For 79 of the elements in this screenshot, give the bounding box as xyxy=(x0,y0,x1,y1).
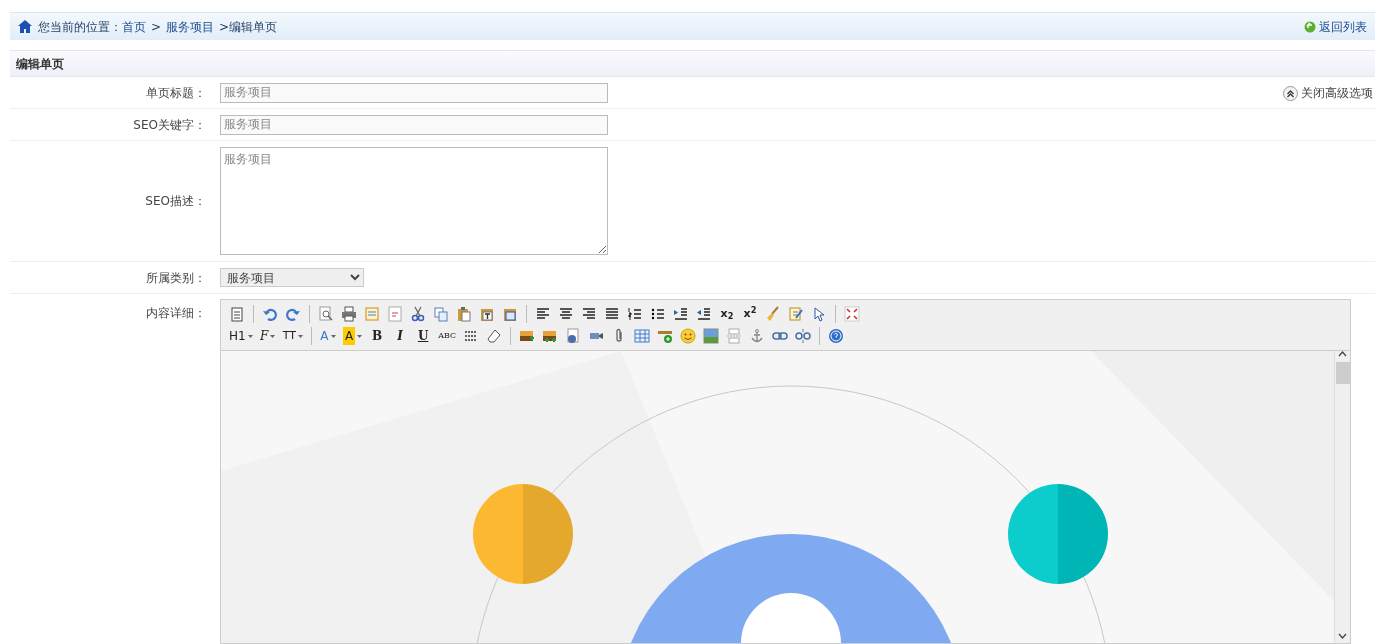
caret-icon xyxy=(247,334,253,338)
notepad-pencil-icon xyxy=(788,306,804,322)
flash-icon xyxy=(565,328,582,344)
breadcrumb-label: 您当前的位置： xyxy=(38,18,122,36)
paste-doc-icon xyxy=(502,306,518,322)
print-icon xyxy=(341,306,357,322)
cursor-icon xyxy=(811,306,827,322)
description-field[interactable]: 服务项目 xyxy=(220,147,608,255)
text-field[interactable]: 服务项目 xyxy=(220,114,608,135)
table-icon xyxy=(634,328,651,344)
field-label: 单页标题： xyxy=(146,84,206,102)
page-break-icon xyxy=(726,328,743,344)
align-justify-icon xyxy=(604,306,620,322)
font-color-dropdown[interactable]: A xyxy=(317,326,338,346)
text-field[interactable]: 服务项目 xyxy=(220,82,608,103)
insert-row-icon xyxy=(657,328,674,344)
collapse-icon xyxy=(1283,85,1298,101)
preview-icon xyxy=(318,306,334,322)
font-family-dropdown[interactable]: F xyxy=(257,326,278,346)
breadcrumb-link[interactable]: 首页 xyxy=(122,17,146,36)
italic-button[interactable]: I xyxy=(390,326,411,346)
field-label: 内容详细： xyxy=(146,305,206,322)
scroll-thumb[interactable] xyxy=(1335,362,1350,384)
caret-icon xyxy=(330,334,336,338)
ordered-list-icon xyxy=(627,306,643,322)
breadcrumb-current: >编辑单页 xyxy=(219,18,278,36)
code-icon xyxy=(387,306,403,322)
category-select[interactable]: 服务项目 xyxy=(220,268,364,287)
paste-icon xyxy=(456,306,472,322)
scrollbar[interactable] xyxy=(1334,351,1350,643)
scroll-down-icon xyxy=(1338,633,1347,639)
picture-icon xyxy=(703,328,720,344)
broken-link-button[interactable] xyxy=(793,326,814,346)
bullet-list-icon xyxy=(650,306,666,322)
picture-button[interactable] xyxy=(701,326,722,346)
font-size-dropdown[interactable]: TT xyxy=(280,326,305,346)
breadcrumb-link[interactable]: 服务项目 xyxy=(166,17,215,36)
heading-dropdown[interactable]: H1 xyxy=(227,326,255,346)
panel-title: 编辑单页 xyxy=(10,50,1375,77)
subscript-button[interactable]: x$_{2}$ xyxy=(717,304,737,324)
notepad-pencil-button[interactable] xyxy=(786,304,806,324)
smiley-icon xyxy=(680,328,697,344)
undo-icon xyxy=(262,306,278,322)
superscript-button[interactable]: x$^{2}$ xyxy=(740,304,760,324)
breadcrumb-separator: > xyxy=(151,18,162,36)
broken-link-icon xyxy=(795,328,812,344)
advanced-toggle[interactable]: 关闭高级选项 xyxy=(1281,84,1375,102)
print-button[interactable] xyxy=(339,304,359,324)
home-icon xyxy=(18,20,32,33)
paste-text-icon xyxy=(479,306,495,322)
field-label: 所属类别： xyxy=(146,269,206,287)
indent-icon xyxy=(673,306,689,322)
fullscreen-button[interactable] xyxy=(842,304,862,324)
scroll-up-icon xyxy=(1338,351,1347,357)
images-icon xyxy=(542,328,559,344)
align-center-icon xyxy=(558,306,574,322)
eraser-icon xyxy=(486,328,503,344)
redo-icon xyxy=(285,306,301,322)
underline-button[interactable]: U xyxy=(413,326,434,346)
bold-button[interactable]: B xyxy=(367,326,388,346)
help-icon xyxy=(828,328,845,344)
field-label: SEO描述： xyxy=(145,193,206,210)
copy-icon xyxy=(433,306,449,322)
caret-icon xyxy=(270,334,276,338)
caret-icon xyxy=(357,334,363,338)
paste-word-icon xyxy=(229,306,245,322)
align-left-icon xyxy=(535,306,551,322)
template-icon xyxy=(364,306,380,322)
fullscreen-icon xyxy=(844,306,860,322)
copy-button[interactable] xyxy=(431,304,451,324)
align-right-icon xyxy=(581,306,597,322)
outdent-icon xyxy=(696,306,712,322)
scissors-icon xyxy=(410,306,426,322)
field-label: SEO关键字： xyxy=(133,116,206,134)
caret-icon xyxy=(297,334,303,338)
broom-icon xyxy=(765,306,781,322)
back-link[interactable]: 返回列表 xyxy=(1304,17,1367,36)
strikethrough-button[interactable]: ABC xyxy=(436,326,459,346)
image-icon xyxy=(519,328,536,344)
